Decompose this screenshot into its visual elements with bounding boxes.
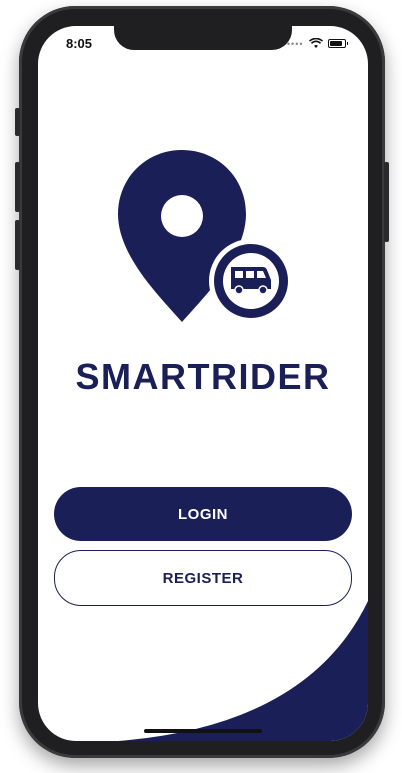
phone-mute-switch (15, 108, 20, 136)
battery-tip (346, 42, 348, 45)
phone-volume-down (15, 220, 20, 270)
phone-power-button (384, 162, 389, 242)
wifi-icon (308, 38, 323, 48)
status-time: 8:05 (66, 36, 93, 51)
home-indicator[interactable] (144, 729, 262, 733)
phone-volume-up (15, 162, 20, 212)
location-pin-van-logo-icon (118, 150, 293, 323)
notch (114, 26, 292, 50)
status-icons: •••• (287, 38, 348, 49)
battery-icon (327, 39, 346, 48)
login-button[interactable]: LOGIN (54, 487, 352, 541)
app-title: SMARTRIDER (75, 356, 331, 397)
app-screen: 8:05 •••• SMARTRIDER LOGIN REGISTER (38, 26, 368, 741)
register-button[interactable]: REGISTER (54, 550, 352, 606)
cellular-signal-icon: •••• (286, 38, 304, 49)
